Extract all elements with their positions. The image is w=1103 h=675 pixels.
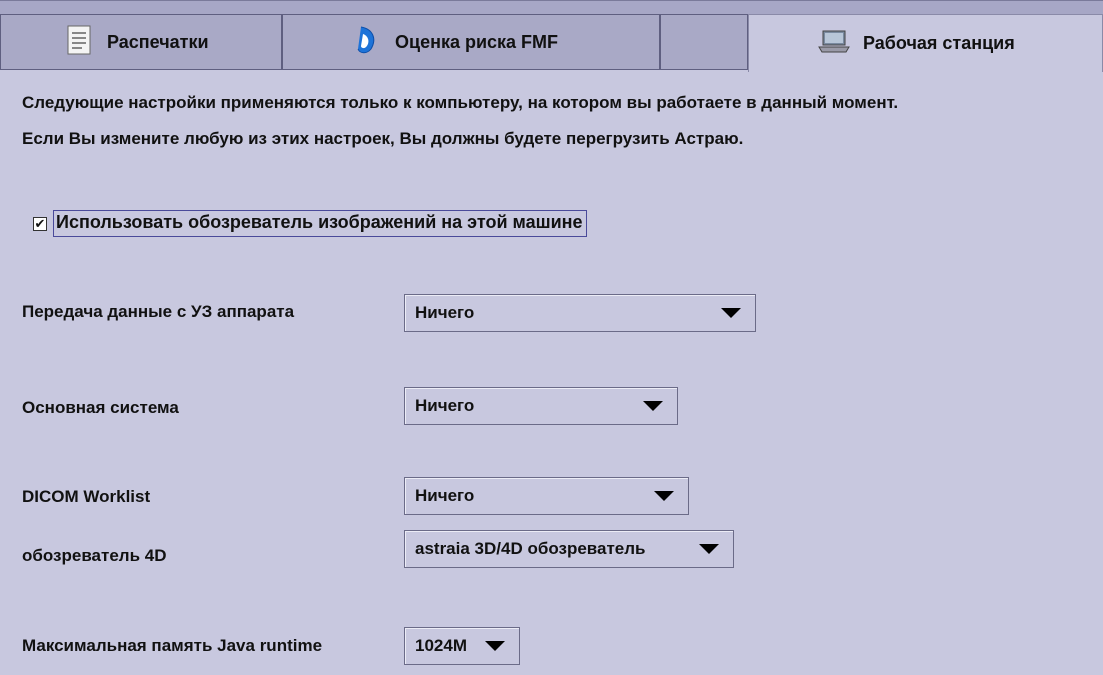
chevron-down-icon [699,544,719,554]
chevron-down-icon [721,308,741,318]
info-text-line-1: Следующие настройки применяются только к… [22,93,899,112]
upper-tab[interactable] [748,0,1103,15]
tab-label: Оценка риска FMF [395,31,559,52]
us-transfer-select[interactable]: Ничего [404,294,756,332]
chevron-down-icon [654,491,674,501]
selected-value: astraia 3D/4D обозреватель [415,539,646,558]
selected-value: Ничего [415,486,475,505]
info-text-line-2: Если Вы измените любую из этих настроек,… [22,129,744,148]
dicom-worklist-label: DICOM Worklist [22,487,151,506]
check-icon: ✔ [34,216,46,231]
main-system-select[interactable]: Ничего [404,387,678,425]
image-viewer-label: Использовать обозреватель изображений на… [53,210,587,237]
java-memory-label: Максимальная память Java runtime [22,636,323,655]
tab-workstation[interactable]: Рабочая станция [748,14,1103,72]
selected-value: Ничего [415,396,475,415]
chevron-down-icon [643,401,663,411]
tab-bar: Распечатки Оценка риска FMF Рабочая стан… [0,14,1103,72]
tab-label: Рабочая станция [863,33,1015,53]
selected-value: Ничего [415,303,475,322]
main-system-label: Основная система [22,398,179,417]
tab-fmf-risk[interactable]: Оценка риска FMF [282,14,660,70]
java-memory-select[interactable]: 1024M [404,627,520,665]
image-viewer-option[interactable]: ✔ Использовать обозреватель изображений … [33,210,587,237]
tab-printouts[interactable]: Распечатки [0,14,282,70]
document-icon [67,25,91,60]
image-viewer-checkbox[interactable]: ✔ [33,216,47,231]
dicom-worklist-select[interactable]: Ничего [404,477,689,515]
tab-unlabeled[interactable] [660,14,748,70]
tab-label: Распечатки [107,31,209,52]
us-transfer-label: Передача данные с УЗ аппарата [22,302,295,321]
selected-value: 1024M [415,636,467,655]
workstation-icon [817,28,851,59]
fmf-risk-icon [355,25,379,60]
upper-tab[interactable] [526,0,749,15]
upper-tab[interactable] [0,0,283,15]
viewer-4d-label: обозреватель 4D [22,546,167,565]
viewer-4d-select[interactable]: astraia 3D/4D обозреватель [404,530,734,568]
chevron-down-icon [485,641,505,651]
upper-tab[interactable] [282,0,527,15]
